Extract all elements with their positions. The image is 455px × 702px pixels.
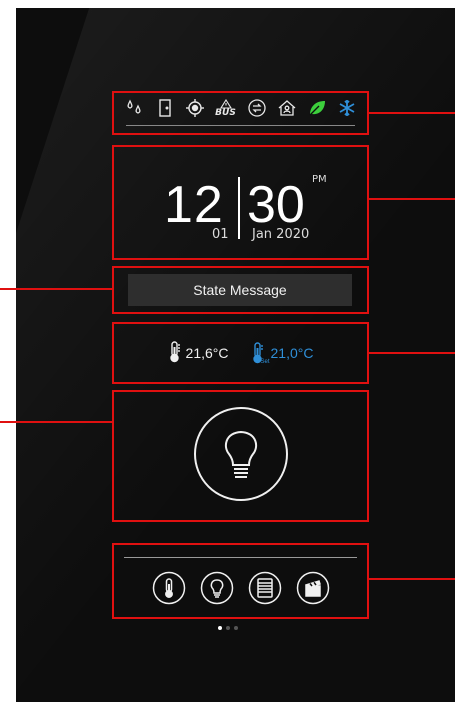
lightbulb-icon[interactable] (192, 405, 290, 507)
blinds-nav-icon[interactable] (248, 571, 282, 605)
nav-divider (124, 557, 357, 558)
thermometer-nav-icon[interactable] (152, 571, 186, 605)
clock-month-year: Jan 2020 (252, 227, 310, 242)
clock-hours: 12 (164, 176, 224, 234)
snowflake-icon (336, 97, 358, 119)
droplets-icon (124, 97, 146, 119)
setpoint-thermometer-icon: Set (251, 342, 270, 365)
nav-panel (112, 543, 369, 619)
status-divider (126, 125, 355, 126)
clock-ampm: PM (312, 174, 327, 185)
bus-label: BUS (215, 107, 236, 118)
sync-icon (246, 97, 268, 119)
annotation-line-light (0, 421, 112, 423)
page-dot[interactable] (233, 626, 238, 630)
leaf-icon (306, 97, 328, 119)
clock-panel: 12 30 PM 01 Jan 2020 (112, 145, 369, 260)
annotation-line-clock (369, 198, 455, 200)
status-bar: BUS (112, 91, 369, 135)
clock-day: 01 (212, 227, 229, 242)
clock-minutes: 30 (247, 176, 305, 234)
home-person-icon (276, 97, 298, 119)
current-temperature[interactable]: 21,6°C (168, 340, 229, 366)
setpoint-temperature-value: 21,0°C (270, 345, 314, 361)
clock-separator (238, 177, 240, 239)
lightbulb-nav-icon[interactable] (200, 571, 234, 605)
bus-warning-icon: BUS (214, 97, 238, 119)
target-icon (184, 97, 206, 119)
annotation-line-nav (369, 578, 455, 580)
temperature-panel: 21,6°C Set 21,0°C (112, 322, 369, 384)
state-message-button[interactable]: State Message (128, 274, 352, 306)
light-panel (112, 390, 369, 522)
annotation-line-state (0, 288, 112, 290)
current-temperature-value: 21,6°C (185, 345, 229, 361)
scene-nav-icon[interactable] (296, 571, 330, 605)
set-label: Set (260, 359, 270, 365)
setpoint-temperature[interactable]: Set 21,0°C (251, 342, 314, 365)
page-indicator[interactable] (0, 626, 455, 630)
state-panel: State Message (112, 266, 369, 314)
page-dot[interactable] (217, 626, 222, 630)
door-icon (154, 97, 176, 119)
page-dot[interactable] (225, 626, 230, 630)
thermometer-icon (168, 340, 182, 366)
annotation-line-status (369, 112, 455, 114)
annotation-line-temperature (369, 352, 455, 354)
